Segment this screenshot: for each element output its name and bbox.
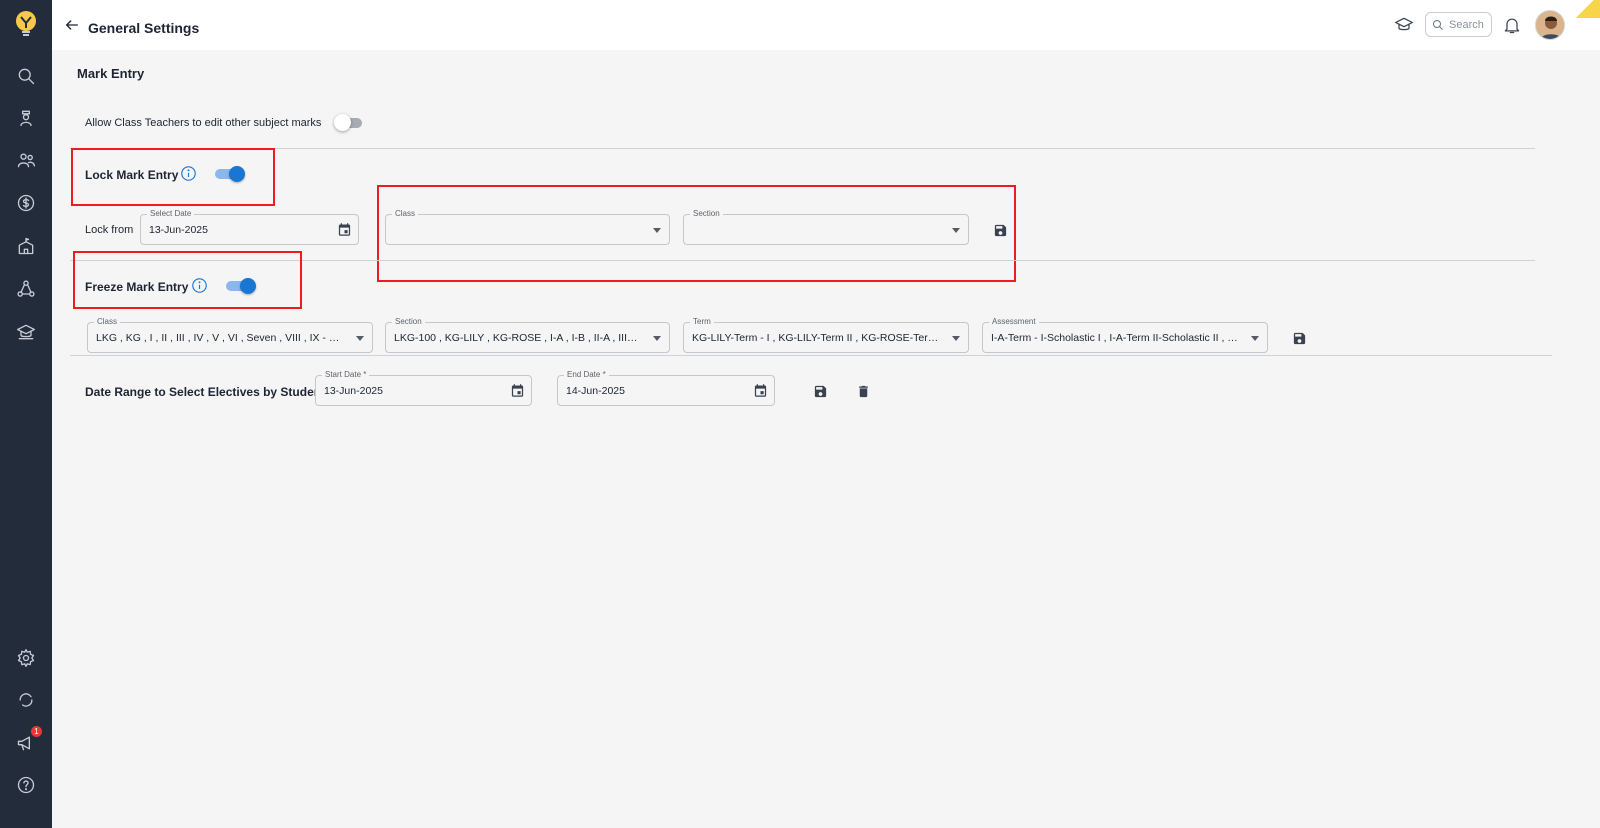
network-icon[interactable] xyxy=(14,277,38,301)
field-label: Term xyxy=(690,317,714,327)
top-bar: General Settings Search xyxy=(52,0,1600,50)
field-label: Assessment xyxy=(989,317,1039,327)
highlight-box xyxy=(71,148,275,206)
start-date-field[interactable]: Start Date * 13-Jun-2025 xyxy=(315,370,532,406)
field-label: Start Date * xyxy=(322,370,370,380)
end-date-field[interactable]: End Date * 14-Jun-2025 xyxy=(557,370,775,406)
field-value: LKG-100 , KG-LILY , KG-ROSE , I-A , I-B … xyxy=(394,332,641,344)
field-label: End Date * xyxy=(564,370,609,380)
megaphone-icon[interactable]: 1 xyxy=(14,726,42,755)
delete-icon[interactable] xyxy=(854,382,872,400)
section-heading: Mark Entry xyxy=(77,66,145,81)
highlight-box xyxy=(377,185,1016,282)
search-icon[interactable] xyxy=(14,64,38,88)
bell-icon[interactable] xyxy=(1502,15,1524,37)
divider xyxy=(70,355,1552,356)
calendar-icon[interactable] xyxy=(753,383,768,398)
lock-from-label: Lock from xyxy=(85,224,134,236)
field-value: KG-LILY-Term - I , KG-LILY-Term II , KG-… xyxy=(692,332,940,344)
freeze-section-select[interactable]: Section LKG-100 , KG-LILY , KG-ROSE , I-… xyxy=(385,317,670,353)
freeze-term-select[interactable]: Term KG-LILY-Term - I , KG-LILY-Term II … xyxy=(683,317,969,353)
chevron-down-icon xyxy=(356,336,364,341)
electives-date-range-title: Date Range to Select Electives by Studen… xyxy=(85,385,332,399)
field-value: 13-Jun-2025 xyxy=(149,224,208,236)
field-label: Select Date xyxy=(147,209,195,219)
app-logo[interactable] xyxy=(0,0,52,49)
school-icon[interactable] xyxy=(14,234,38,258)
graduation-cap-icon[interactable] xyxy=(1394,15,1416,37)
search-input[interactable]: Search xyxy=(1425,12,1492,37)
back-arrow-icon[interactable] xyxy=(64,17,82,35)
chevron-down-icon xyxy=(653,336,661,341)
allow-class-teachers-toggle[interactable] xyxy=(334,114,362,131)
notification-badge: 1 xyxy=(31,726,42,737)
field-value: 14-Jun-2025 xyxy=(566,385,625,397)
page-title: General Settings xyxy=(88,20,200,36)
users-icon[interactable] xyxy=(14,148,38,172)
save-icon[interactable] xyxy=(811,382,829,400)
highlight-box xyxy=(73,251,302,309)
dollar-icon[interactable] xyxy=(14,191,38,215)
avatar[interactable] xyxy=(1535,10,1565,40)
sync-icon[interactable] xyxy=(14,688,38,712)
field-value: LKG , KG , I , II , III , IV , V , VI , … xyxy=(96,332,344,344)
toggle-knob xyxy=(334,114,351,131)
calendar-icon[interactable] xyxy=(510,383,525,398)
allow-class-teachers-label: Allow Class Teachers to edit other subje… xyxy=(85,117,322,129)
chevron-down-icon xyxy=(1251,336,1259,341)
help-icon[interactable] xyxy=(14,773,38,797)
graduation-cap-icon[interactable] xyxy=(14,320,38,344)
chevron-down-icon xyxy=(952,336,960,341)
field-label: Section xyxy=(392,317,425,327)
freeze-class-select[interactable]: Class LKG , KG , I , II , III , IV , V ,… xyxy=(87,317,373,353)
search-icon xyxy=(1433,19,1443,30)
search-placeholder: Search xyxy=(1449,18,1484,31)
field-label: Class xyxy=(94,317,121,327)
calendar-icon[interactable] xyxy=(337,222,352,237)
field-value: I-A-Term - I-Scholastic I , I-A-Term II-… xyxy=(991,332,1239,344)
lock-date-field[interactable]: Select Date 13-Jun-2025 xyxy=(140,209,359,245)
field-value: 13-Jun-2025 xyxy=(324,385,383,397)
freeze-assessment-select[interactable]: Assessment I-A-Term - I-Scholastic I , I… xyxy=(982,317,1268,353)
student-icon[interactable] xyxy=(14,106,38,130)
sidebar: 1 xyxy=(0,0,52,828)
gear-icon[interactable] xyxy=(14,646,38,670)
corner-ribbon xyxy=(1570,0,1600,18)
save-icon[interactable] xyxy=(1290,329,1308,347)
divider xyxy=(70,148,1535,149)
